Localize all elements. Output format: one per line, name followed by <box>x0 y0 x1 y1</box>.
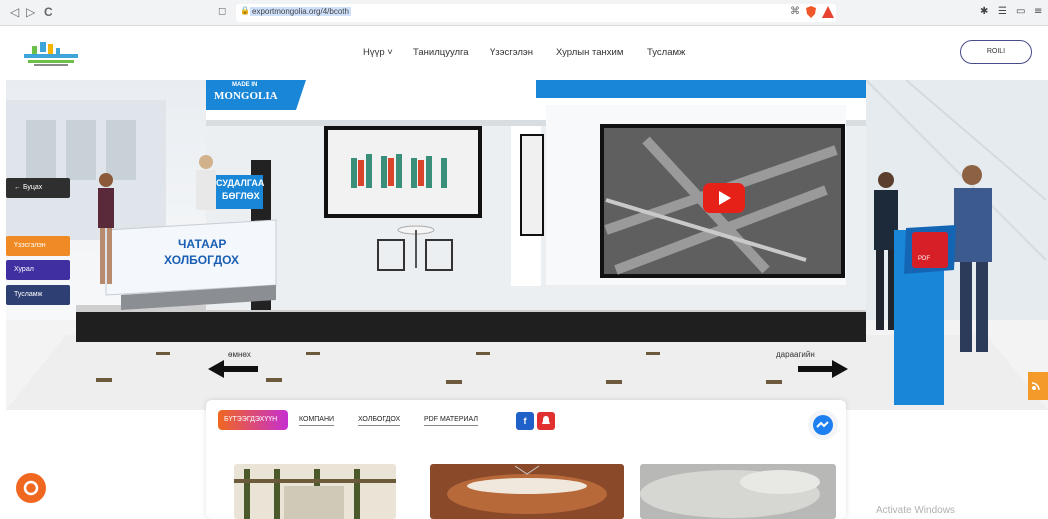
back-button[interactable]: ← Буцах <box>6 178 70 198</box>
chat-widget-button[interactable] <box>16 473 46 503</box>
prev-label[interactable]: өмнөх <box>228 350 251 359</box>
banner-made-in: MADE IN <box>232 82 258 88</box>
nav-home[interactable]: Нүүр ˅ <box>363 47 393 58</box>
tab-pdf-material[interactable]: PDF МАТЕРИАЛ <box>424 416 478 426</box>
research-label-2[interactable]: БӨГЛӨХ <box>222 191 260 201</box>
product-image-3 <box>640 470 820 518</box>
sidebar-item-help[interactable]: Тусламж <box>6 285 70 305</box>
product-image-1 <box>234 469 396 519</box>
notification-icon[interactable] <box>537 412 555 430</box>
tab-contact[interactable]: ХОЛБОГДОХ <box>358 416 401 426</box>
research-label-1[interactable]: СУДАЛГАА <box>216 178 264 188</box>
video-play-button[interactable] <box>703 183 745 213</box>
menu-icon[interactable]: ≡ <box>1034 6 1042 17</box>
chat-icon <box>23 480 39 496</box>
tab-products[interactable]: БҮТЭЭГДЭХҮҮН <box>218 410 288 430</box>
rewards-icon[interactable] <box>822 6 834 18</box>
product-thumbnail[interactable] <box>640 464 836 519</box>
sidebar-item-meeting[interactable]: Хурал <box>6 260 70 280</box>
sidebar-item-exhibition[interactable]: Үзэсгэлэн <box>6 236 70 256</box>
play-icon <box>719 191 731 205</box>
banner-mongolia: MONGOLIA <box>214 90 278 102</box>
messenger-icon <box>813 415 833 435</box>
facebook-icon[interactable]: f <box>516 412 534 430</box>
product-thumbnail[interactable] <box>234 464 396 519</box>
reading-list-icon[interactable]: ☰ <box>998 6 1007 17</box>
tab-products-label: БҮТЭЭГДЭХҮҮН <box>224 416 278 423</box>
bell-icon <box>542 416 550 424</box>
chat-label-2[interactable]: ХОЛБОГДОХ <box>164 253 239 267</box>
bookmark-icon[interactable]: ◻ <box>218 6 226 17</box>
next-label[interactable]: дараагийн <box>776 350 815 359</box>
reload-icon[interactable]: C <box>44 5 53 19</box>
booth-background <box>6 80 1048 410</box>
browser-toolbar: ◁ ▷ C ◻ 🔒 exportmongolia.org/4/bcoth ⌘ ✱… <box>0 0 1048 26</box>
product-image-2 <box>447 465 607 514</box>
share-icon[interactable]: ⌘ <box>790 6 800 17</box>
windows-activation-watermark: Activate Windows <box>876 505 955 516</box>
site-logo[interactable] <box>20 40 82 68</box>
extensions-icon[interactable]: ✱ <box>980 6 988 17</box>
nav-exhibition[interactable]: Үзэсгэлэн <box>490 47 533 58</box>
lock-icon: 🔒 <box>240 6 250 15</box>
virtual-booth-scene: MADE IN MONGOLIA СУДАЛГАА БӨГЛӨХ ЧАТААР … <box>6 80 1048 410</box>
next-arrow-icon[interactable] <box>796 360 848 378</box>
rss-icon[interactable] <box>1030 378 1044 392</box>
brave-shield-icon[interactable] <box>806 6 816 18</box>
wallet-icon[interactable]: ▭ <box>1016 6 1025 17</box>
chat-label-1[interactable]: ЧАТААР <box>178 237 226 251</box>
nav-conference-hall[interactable]: Хурлын танхим <box>556 47 623 58</box>
url-text[interactable]: exportmongolia.org/4/bcoth <box>250 7 351 16</box>
product-thumbnail[interactable] <box>430 464 624 519</box>
nav-intro[interactable]: Танилцуулга <box>413 47 469 58</box>
login-button[interactable]: ROILI <box>960 40 1032 64</box>
tab-company[interactable]: КОМПАНИ <box>299 416 335 426</box>
pdf-kiosk-label[interactable]: PDF <box>918 256 930 262</box>
nav-help[interactable]: Тусламж <box>647 47 685 58</box>
messenger-button[interactable] <box>808 410 838 440</box>
forward-icon[interactable]: ▷ <box>26 5 35 19</box>
back-icon[interactable]: ◁ <box>10 5 19 19</box>
prev-arrow-icon[interactable] <box>208 360 260 378</box>
